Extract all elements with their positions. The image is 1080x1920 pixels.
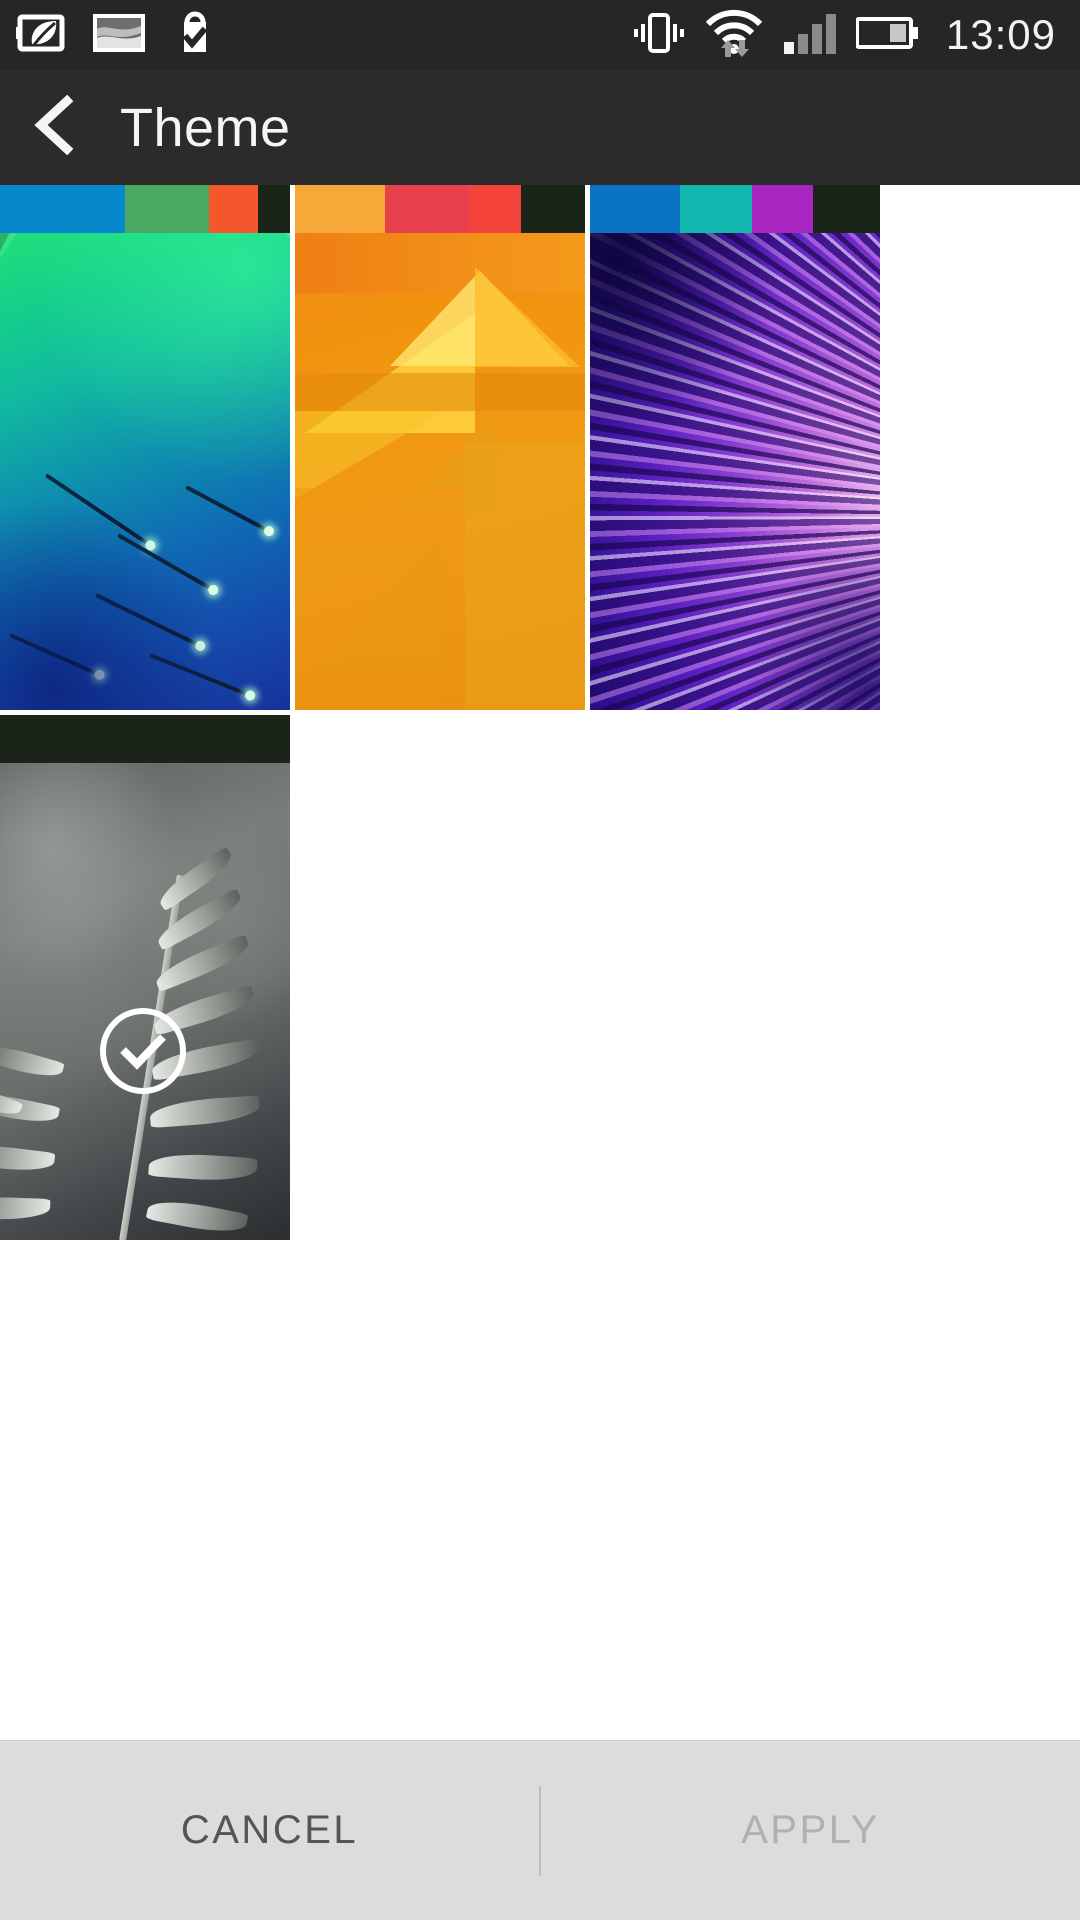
app-bar: Theme: [0, 70, 1080, 185]
theme-thumbnail-4: [0, 763, 290, 1240]
swatch-color: [521, 185, 585, 233]
swatch-color: [813, 185, 880, 233]
swatch-color: [384, 185, 469, 233]
swatch-color: [0, 185, 125, 233]
status-bar: 13:09: [0, 0, 1080, 70]
back-button[interactable]: [0, 70, 110, 185]
theme-grid: [0, 185, 1080, 1740]
swatch-color: [295, 185, 385, 233]
theme-thumbnail-2: [295, 233, 585, 710]
swatch-color: [124, 185, 209, 233]
play-store-bag-check-icon: [170, 8, 220, 63]
swatch-color: [258, 185, 290, 233]
clock-time: 13:09: [945, 11, 1056, 58]
vibrate-mode-icon: [632, 10, 686, 61]
cellular-signal-icon: [782, 12, 838, 59]
cancel-button[interactable]: CANCEL: [0, 1741, 539, 1920]
battery-icon: [854, 15, 918, 56]
swatch-color: [468, 185, 522, 233]
theme-card-3[interactable]: [590, 185, 880, 710]
theme-swatch-strip-1: [0, 185, 290, 233]
theme-swatch-strip-4: [0, 715, 290, 763]
theme-swatch-strip-2: [295, 185, 585, 233]
theme-card-1[interactable]: [0, 185, 290, 710]
status-bar-left-icons: [16, 8, 220, 63]
screenshot-image-icon: [92, 13, 146, 58]
swatch-color: [679, 185, 753, 233]
status-bar-right-icons: 13:09: [632, 8, 1056, 63]
page-title: Theme: [120, 97, 291, 158]
power-saving-leaf-icon: [16, 14, 68, 57]
bottom-action-bar: CANCEL APPLY: [0, 1740, 1080, 1920]
theme-thumbnail-3: [590, 233, 880, 710]
swatch-color: [752, 185, 814, 233]
chevron-left-icon: [29, 94, 81, 160]
swatch-color: [0, 715, 290, 763]
theme-thumbnail-1: [0, 233, 290, 710]
apply-button[interactable]: APPLY: [541, 1741, 1080, 1920]
swatch-color: [208, 185, 259, 233]
theme-card-2[interactable]: [295, 185, 585, 710]
theme-swatch-strip-3: [590, 185, 880, 233]
check-circle-icon: [100, 1008, 186, 1094]
wifi-data-transfer-icon: [704, 8, 764, 63]
swatch-color: [590, 185, 680, 233]
theme-card-4[interactable]: [0, 715, 290, 1240]
